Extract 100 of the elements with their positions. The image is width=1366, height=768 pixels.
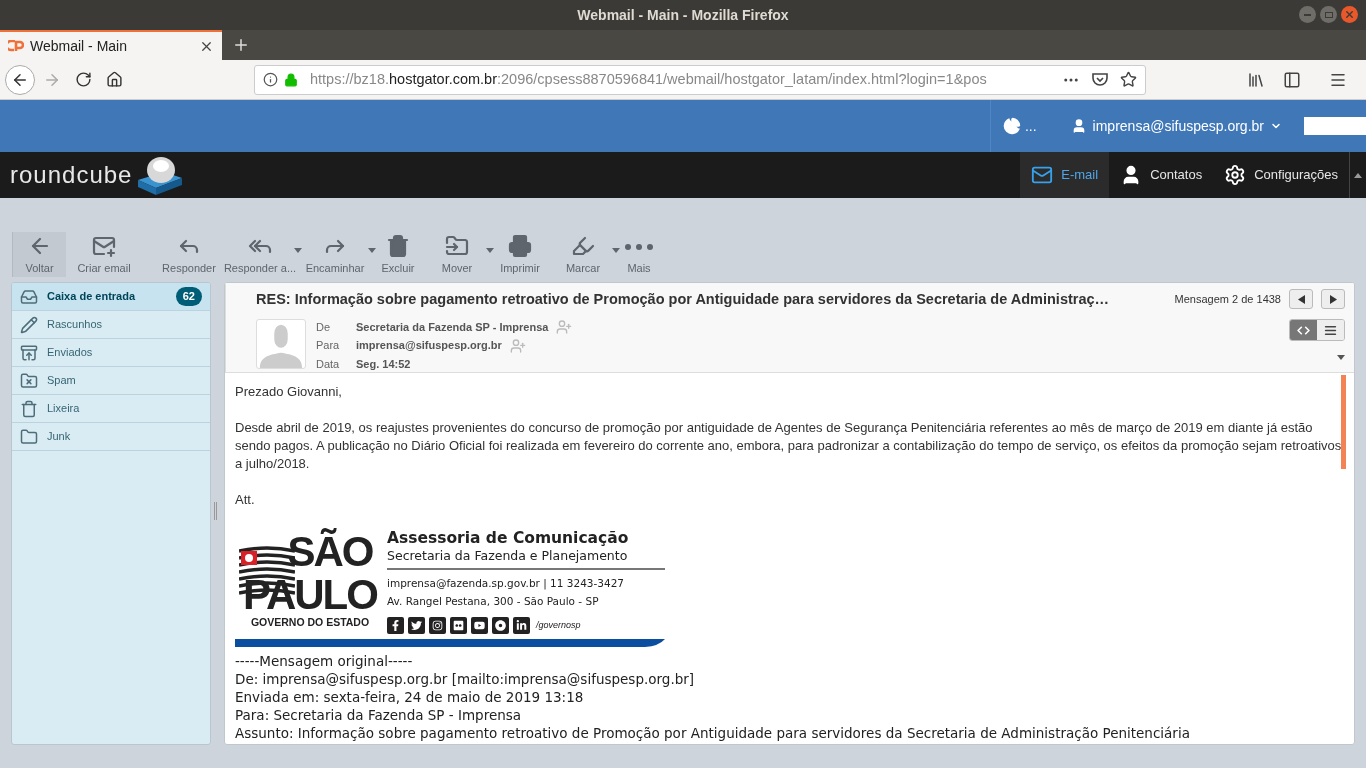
toolbar-button[interactable]: Imprimir [490, 232, 550, 277]
facebook-icon [387, 616, 404, 634]
expand-caret-icon[interactable] [1337, 355, 1345, 360]
code-icon [1297, 323, 1310, 337]
lock-icon [284, 72, 298, 87]
close-icon[interactable] [1341, 6, 1358, 23]
folder-icon [20, 371, 38, 390]
quoted-line: -----Mensagem original----- [235, 652, 414, 670]
message-counter: Mensagem 2 de 1438 [1174, 291, 1281, 307]
header-label: Para [316, 338, 341, 354]
collapse-icon[interactable] [1354, 172, 1362, 178]
folder-item[interactable]: Enviados [12, 339, 210, 367]
url-field[interactable]: https://bz18.hostgator.com.br:2096/cpsess8870596841/webmail/hostgator_latam/index.html?login=1&pos [254, 64, 1146, 95]
header-label: Data [316, 356, 341, 372]
triangle-left-icon [1297, 294, 1305, 304]
quota-icon[interactable] [1002, 117, 1021, 135]
message-subject: RES: Informação sobre pagamento retroativo de Promoção por Antiguidade para servidores da Secretaria de Administraç… [256, 290, 1111, 309]
quoted-line: Para: Secretaria da Fazenda SP - Imprensa [235, 706, 523, 724]
folder-item[interactable]: Spam [12, 367, 210, 395]
body-paragraph: Desde abril de 2019, os reajustes provenientes do concurso de promoção por antiguidade de Agentes de Segurança Penitenciária referentes ao mês de março de 2019 em diante já estão sendo pagos. A publicação no Diário Oficial foi realizada em fevereiro do corrente ano, embora, para padronizar a contabilização do tempo de serviço, os efeitos da promoção sejam retroativos a julho/2018. [235, 419, 1343, 473]
unread-count: 62 [175, 287, 202, 306]
new-tab-icon[interactable] [232, 36, 250, 54]
toolbar-button[interactable]: Excluir [372, 232, 424, 277]
toolbar-button[interactable]: Marcar [550, 232, 616, 277]
nav-tab[interactable]: Contatos [1109, 152, 1214, 198]
roundcube-logo[interactable]: roundcube [10, 154, 185, 196]
reload-icon[interactable] [75, 71, 92, 88]
settings-icon [1224, 164, 1247, 186]
scrollbar-thumb[interactable] [1341, 375, 1346, 469]
signature-title: Assessoria de Comunicação [387, 529, 630, 547]
folder-arrow-icon [445, 233, 469, 258]
view-mode-button[interactable] [1317, 320, 1344, 340]
window-title: Webmail - Main - Mozilla Firefox [577, 5, 789, 25]
search-field[interactable] [1304, 117, 1366, 135]
next-button[interactable] [1321, 289, 1345, 309]
back-button[interactable] [5, 64, 35, 95]
lines-icon [1324, 323, 1337, 337]
tab-title: Webmail - Main [30, 36, 128, 56]
folder-item[interactable]: Junk [12, 423, 210, 451]
toolbar-button[interactable]: Voltar [12, 232, 66, 277]
circle-icon [492, 616, 509, 634]
header-label: De [316, 319, 332, 335]
header-value: Seg. 14:52 [356, 356, 411, 372]
dropdown-caret-icon[interactable] [294, 248, 302, 253]
body-paragraph: Att. [235, 491, 256, 509]
printer-icon [508, 233, 532, 258]
linkedin-icon [513, 616, 530, 634]
inbox-icon [20, 287, 38, 306]
quoted-line: De: imprensa@sifuspesp.org.br [mailto:imprensa@sifuspesp.org.br] [235, 670, 696, 688]
dropdown-caret-icon[interactable] [612, 248, 620, 253]
library-icon[interactable] [1247, 70, 1265, 89]
quoted-line: Enviada em: sexta-feira, 24 de maio de 2019 13:18 [235, 688, 585, 706]
signature-address: Av. Rangel Pestana, 300 - São Paulo - SP [387, 594, 600, 609]
upload-tray-icon [20, 343, 38, 362]
toolbar-button[interactable]: Mais [616, 232, 662, 277]
dropdown-caret-icon[interactable] [486, 248, 494, 253]
toolbar-button[interactable]: Responder [156, 232, 222, 277]
url-text: https://bz18.hostgator.com.br:2096/cpsess8870596841/webmail/hostgator_latam/index.html?login=1&pos [310, 69, 988, 89]
avatar-silhouette-icon [256, 318, 306, 369]
browser-tab[interactable]: Webmail - Main [0, 30, 222, 60]
header-value: imprensa@sifuspesp.org.br [356, 338, 502, 354]
twitter-icon [408, 616, 425, 634]
instagram-icon [429, 616, 446, 634]
toolbar-button[interactable]: Responder a... [222, 232, 298, 277]
dropdown-caret-icon[interactable] [368, 248, 376, 253]
sidebar-icon[interactable] [1283, 70, 1301, 89]
bookmark-star-icon[interactable] [1120, 71, 1137, 88]
body-paragraph: Prezado Giovanni, [235, 383, 343, 401]
trash-icon [386, 233, 410, 258]
pencil-icon [20, 315, 38, 334]
envelope-icon [1031, 164, 1054, 186]
header-value: Secretaria da Fazenda SP - Imprensa [356, 319, 549, 335]
pocket-icon[interactable] [1092, 72, 1108, 87]
folder-item[interactable]: Caixa de entrada 62 [12, 283, 210, 311]
flickr-icon [450, 616, 467, 634]
logo-text: SÃO [287, 527, 373, 577]
folder-item[interactable]: Rascunhos [12, 311, 210, 339]
folder-icon [20, 427, 38, 446]
toolbar-button[interactable]: Criar email [66, 232, 142, 277]
dots-icon [625, 243, 653, 250]
signature-contact: imprensa@fazenda.sp.gov.br | 11 3243-3427 [387, 576, 626, 592]
logo-caption: GOVERNO DO ESTADO [250, 615, 370, 630]
splitter-handle[interactable] [214, 502, 217, 520]
home-icon[interactable] [106, 71, 123, 88]
triangle-right-icon [1329, 294, 1337, 304]
view-mode-button[interactable] [1290, 320, 1317, 340]
user-menu[interactable]: imprensa@sifuspesp.org.br [1048, 115, 1304, 137]
quota-text: ... [1024, 116, 1037, 136]
quoted-line: Assunto: Informação sobre pagamento retroativo de Promoção por Antiguidade para servidores da Secretaria de Administração Penitenciária [235, 724, 1191, 742]
trash-icon [20, 399, 38, 418]
info-icon[interactable] [263, 72, 278, 87]
toolbar-button[interactable]: Mover [424, 232, 490, 277]
video-play-icon [471, 616, 488, 634]
signature-subtitle: Secretaria da Fazenda e Planejamento [387, 547, 665, 570]
folder-item[interactable]: Lixeira [12, 395, 210, 423]
previous-button[interactable] [1289, 289, 1313, 309]
nav-tab[interactable]: E-mail [1020, 152, 1110, 198]
logo-icon [8, 40, 24, 52]
toolbar-button[interactable]: Encaminhar [298, 232, 372, 277]
nav-tab[interactable]: Configurações [1213, 152, 1349, 198]
